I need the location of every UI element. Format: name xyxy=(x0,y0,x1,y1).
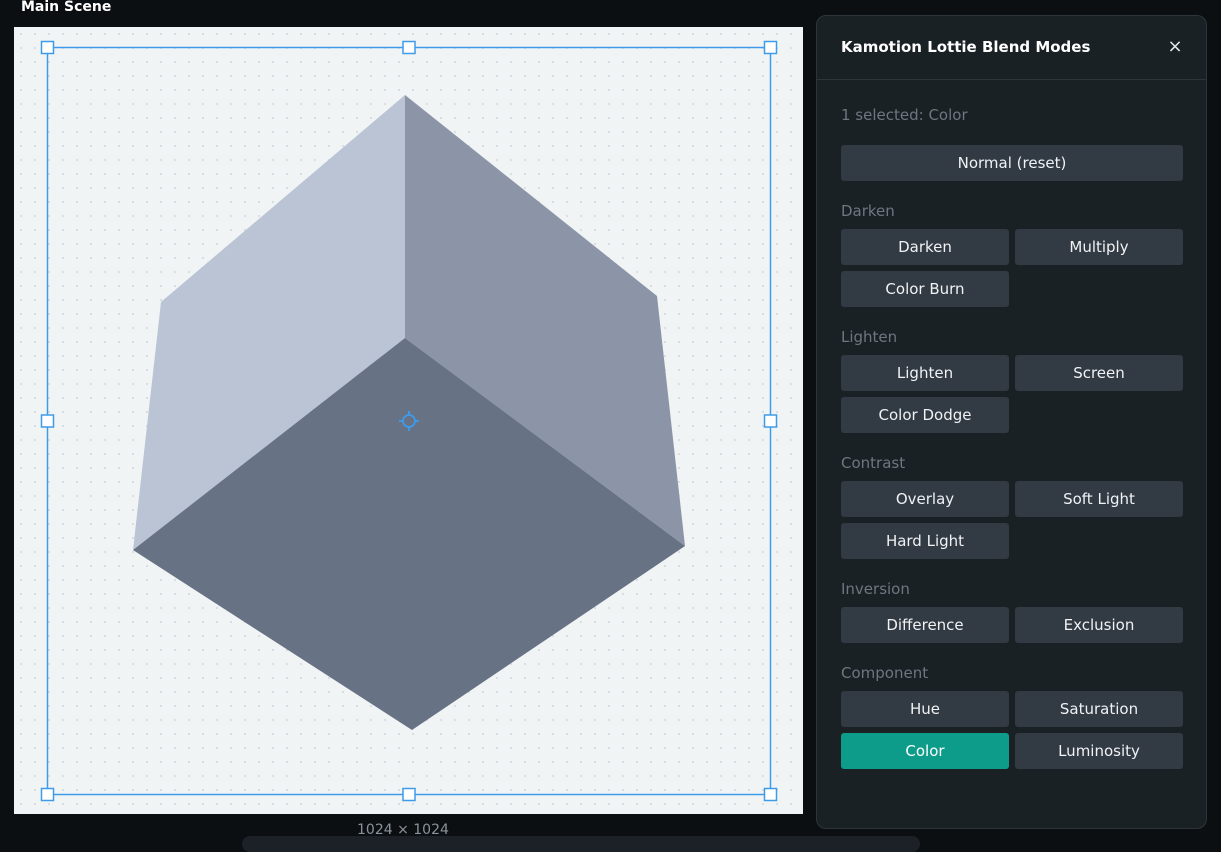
blend-difference-button[interactable]: Difference xyxy=(841,607,1009,643)
close-icon[interactable]: × xyxy=(1164,36,1186,58)
component-group: Hue Saturation Color Luminosity xyxy=(841,691,1183,769)
darken-group: Darken Multiply Color Burn xyxy=(841,229,1183,307)
selection-status: 1 selected: Color xyxy=(841,106,968,124)
resize-handle-bottom-right xyxy=(763,787,778,802)
group-label-component: Component xyxy=(841,664,929,682)
blend-lighten-button[interactable]: Lighten xyxy=(841,355,1009,391)
resize-handle-top-left xyxy=(40,40,55,55)
blend-overlay-button[interactable]: Overlay xyxy=(841,481,1009,517)
blend-hard-light-button[interactable]: Hard Light xyxy=(841,523,1009,559)
panel-title: Kamotion Lottie Blend Modes xyxy=(841,38,1091,56)
blend-exclusion-button[interactable]: Exclusion xyxy=(1015,607,1183,643)
blend-color-dodge-button[interactable]: Color Dodge xyxy=(841,397,1009,433)
group-label-lighten: Lighten xyxy=(841,328,898,346)
panel-header: Kamotion Lottie Blend Modes × xyxy=(817,16,1206,80)
group-label-contrast: Contrast xyxy=(841,454,906,472)
blend-color-button[interactable]: Color xyxy=(841,733,1009,769)
group-label-darken: Darken xyxy=(841,202,895,220)
group-label-inversion: Inversion xyxy=(841,580,910,598)
blend-saturation-button[interactable]: Saturation xyxy=(1015,691,1183,727)
bottom-toolbar[interactable] xyxy=(242,836,920,852)
scene-title: Main Scene xyxy=(21,0,112,15)
blend-darken-button[interactable]: Darken xyxy=(841,229,1009,265)
blend-soft-light-button[interactable]: Soft Light xyxy=(1015,481,1183,517)
canvas-artwork xyxy=(40,40,778,802)
blend-multiply-button[interactable]: Multiply xyxy=(1015,229,1183,265)
blend-screen-button[interactable]: Screen xyxy=(1015,355,1183,391)
blend-modes-panel: Kamotion Lottie Blend Modes × 1 selected… xyxy=(816,15,1207,829)
resize-handle-bottom xyxy=(402,787,416,802)
resize-handle-top xyxy=(402,40,416,55)
lighten-group: Lighten Screen Color Dodge xyxy=(841,355,1183,433)
normal-reset-button[interactable]: Normal (reset) xyxy=(841,145,1183,181)
blend-color-burn-button[interactable]: Color Burn xyxy=(841,271,1009,307)
resize-handle-bottom-left xyxy=(40,787,55,802)
inversion-group: Difference Exclusion xyxy=(841,607,1183,643)
contrast-group: Overlay Soft Light Hard Light xyxy=(841,481,1183,559)
resize-handle-right xyxy=(763,414,778,428)
canvas[interactable] xyxy=(14,27,803,814)
resize-handle-left xyxy=(40,414,55,428)
blend-hue-button[interactable]: Hue xyxy=(841,691,1009,727)
blend-luminosity-button[interactable]: Luminosity xyxy=(1015,733,1183,769)
panel-body: 1 selected: Color Normal (reset) Darken … xyxy=(817,106,1206,769)
resize-handle-top-right xyxy=(763,40,778,55)
